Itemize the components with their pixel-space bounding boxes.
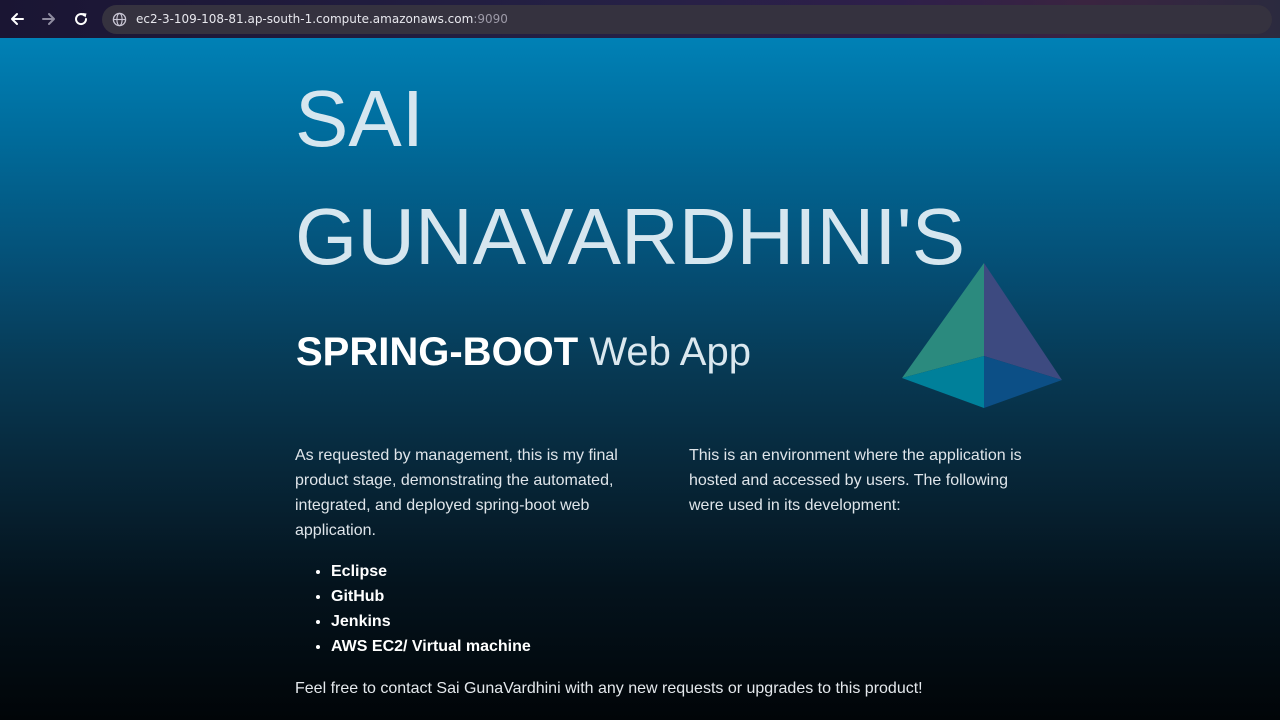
intro-left-text: As requested by management, this is my f…: [295, 447, 618, 539]
list-item: Jenkins: [331, 609, 531, 634]
contact-text: Feel free to contact Sai GunaVardhini wi…: [295, 680, 923, 697]
list-item: Eclipse: [331, 559, 531, 584]
list-item: GitHub: [331, 584, 531, 609]
back-button[interactable]: [6, 8, 28, 30]
list-item: AWS EC2/ Virtual machine: [331, 634, 531, 659]
url-port: :9090: [473, 12, 508, 26]
arrow-left-icon: [11, 13, 24, 25]
globe-icon[interactable]: [112, 12, 127, 27]
url-host: ec2-3-109-108-81.ap-south-1.compute.amaz…: [136, 12, 474, 26]
pyramid-logo-icon: [902, 263, 1062, 408]
address-bar[interactable]: ec2-3-109-108-81.ap-south-1.compute.amaz…: [102, 5, 1272, 34]
url-text: ec2-3-109-108-81.ap-south-1.compute.amaz…: [136, 12, 508, 26]
page-content: SAI GUNAVARDHINI'S SPRING-BOOT Web App A…: [0, 38, 1280, 720]
forward-button[interactable]: [38, 8, 60, 30]
reload-button[interactable]: [70, 8, 92, 30]
tools-list: Eclipse GitHub Jenkins AWS EC2/ Virtual …: [295, 559, 531, 659]
subtitle-rest: Web App: [578, 330, 751, 374]
reload-icon: [75, 13, 88, 26]
subtitle-strong: SPRING-BOOT: [296, 330, 579, 374]
page-subtitle: SPRING-BOOT Web App: [296, 330, 751, 375]
intro-right-text: This is an environment where the applica…: [689, 447, 1022, 514]
arrow-right-icon: [42, 13, 55, 25]
browser-toolbar: ec2-3-109-108-81.ap-south-1.compute.amaz…: [0, 0, 1280, 38]
